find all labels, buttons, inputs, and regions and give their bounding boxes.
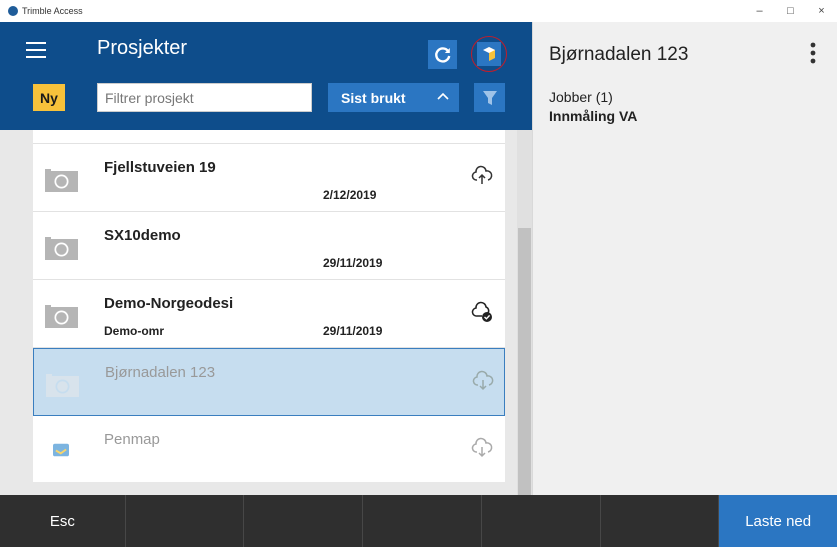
esc-button[interactable]: Esc <box>0 495 126 547</box>
penmap-icon <box>53 443 69 457</box>
trimble-app-icon <box>8 6 18 16</box>
project-row[interactable]: SX10demo 29/11/2019 <box>33 212 505 280</box>
project-row[interactable]: Penmap <box>33 416 505 482</box>
job-item[interactable]: Innmåling VA <box>549 108 637 124</box>
softkey-empty-5[interactable] <box>601 495 720 547</box>
softkey-empty-3[interactable] <box>363 495 482 547</box>
cloud-download-icon[interactable] <box>472 370 494 392</box>
list-top-strip <box>33 130 505 144</box>
close-button[interactable]: × <box>806 0 837 22</box>
project-date: 29/11/2019 <box>323 324 383 338</box>
project-pane: Prosjekter Ny Sist brukt <box>0 22 532 495</box>
cloud-upload-icon[interactable] <box>471 165 493 187</box>
jobs-count-label: Jobber (1) <box>549 89 613 105</box>
trimble-connect-button[interactable] <box>471 36 507 72</box>
filter-button[interactable] <box>474 83 505 112</box>
cloud-download-icon[interactable] <box>471 437 493 459</box>
softkey-bar: Esc Laste ned <box>0 495 837 547</box>
more-options-icon[interactable] <box>808 42 818 66</box>
project-name: Fjellstuveien 19 <box>104 159 216 176</box>
list-scrollbar[interactable] <box>517 130 532 495</box>
project-list: Fjellstuveien 19 2/12/2019 SX10demo 29/1… <box>33 130 505 482</box>
refresh-button[interactable] <box>428 40 457 69</box>
camera-icon <box>45 305 78 328</box>
window-titlebar: Trimble Access – □ × <box>0 0 837 22</box>
camera-icon <box>45 169 78 192</box>
hamburger-menu-icon[interactable] <box>26 42 46 58</box>
project-row[interactable]: Fjellstuveien 19 2/12/2019 <box>33 144 505 212</box>
project-name: Penmap <box>104 431 160 448</box>
filter-project-input[interactable] <box>97 83 312 112</box>
project-subtitle: Demo-omr <box>104 324 165 338</box>
refresh-icon <box>434 46 450 63</box>
project-row-selected[interactable]: Bjørnadalen 123 <box>33 348 505 416</box>
camera-icon <box>46 374 79 397</box>
scrollbar-thumb[interactable] <box>518 228 531 495</box>
page-title: Prosjekter <box>97 37 188 59</box>
project-date: 2/12/2019 <box>323 188 377 202</box>
project-name: SX10demo <box>104 227 181 244</box>
window-controls: – □ × <box>744 0 837 22</box>
softkey-empty-1[interactable] <box>126 495 245 547</box>
softkey-empty-4[interactable] <box>482 495 601 547</box>
maximize-button[interactable]: □ <box>775 0 806 22</box>
minimize-button[interactable]: – <box>744 0 775 22</box>
project-header: Prosjekter Ny Sist brukt <box>0 22 532 130</box>
softkey-empty-2[interactable] <box>244 495 364 547</box>
project-name: Demo-Norgeodesi <box>104 295 234 312</box>
sort-label: Sist brukt <box>341 89 406 106</box>
detail-title: Bjørnadalen 123 <box>549 44 689 65</box>
trimble-connect-icon <box>477 42 501 66</box>
camera-icon <box>45 237 78 260</box>
project-detail-pane: Bjørnadalen 123 Jobber (1) Innmåling VA <box>532 22 837 495</box>
download-button[interactable]: Laste ned <box>719 495 837 547</box>
cloud-check-icon[interactable] <box>471 301 493 323</box>
project-name: Bjørnadalen 123 <box>105 364 216 381</box>
sort-dropdown[interactable]: Sist brukt <box>328 83 459 112</box>
project-row[interactable]: Demo-Norgeodesi Demo-omr 29/11/2019 <box>33 280 505 348</box>
chevron-up-icon <box>437 92 449 100</box>
project-date: 29/11/2019 <box>323 256 383 270</box>
new-project-button[interactable]: Ny <box>33 84 65 111</box>
funnel-icon <box>482 90 497 105</box>
window-title: Trimble Access <box>22 6 83 16</box>
